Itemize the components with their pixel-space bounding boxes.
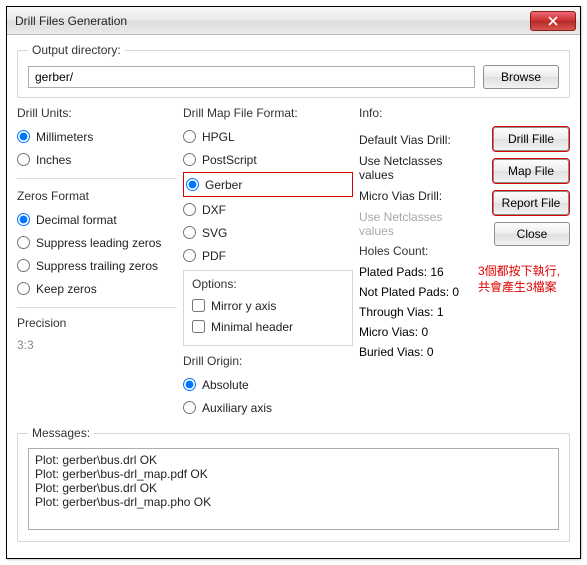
drill-file-highlight: Drill Fille [492, 126, 570, 152]
check-minimal-header[interactable]: Minimal header [192, 316, 344, 337]
radio-keep-zeros[interactable]: Keep zeros [17, 278, 177, 299]
radio-auxiliary[interactable]: Auxiliary axis [183, 397, 353, 418]
radio-suppress-leading[interactable]: Suppress leading zeros [17, 232, 177, 253]
buried-vias: Buried Vias: 0 [359, 342, 472, 362]
messages-group: Messages: [17, 426, 570, 542]
options-group: Options: Mirror y axis Minimal header [183, 270, 353, 346]
zeros-format-label: Zeros Format [17, 189, 177, 203]
output-directory-input[interactable] [28, 66, 475, 88]
annotation-text: 3個都按下執行, 共會產生3檔案 [478, 264, 570, 295]
plated-pads: Plated Pads: 16 [359, 262, 472, 282]
radio-dxf[interactable]: DXF [183, 199, 353, 220]
holes-count-label: Holes Count: [359, 244, 472, 258]
radio-inches[interactable]: Inches [17, 149, 177, 170]
report-file-highlight: Report File [492, 190, 570, 216]
browse-button[interactable]: Browse [483, 65, 559, 89]
use-netclasses-2: Use Netclasses values [359, 210, 472, 238]
output-directory-label: Output directory: [28, 43, 125, 57]
map-file-highlight: Map File [492, 158, 570, 184]
output-directory-group: Output directory: Browse [17, 43, 570, 98]
close-button[interactable]: Close [494, 222, 570, 246]
micro-vias-label: Micro Vias Drill: [359, 189, 472, 203]
radio-decimal-format[interactable]: Decimal format [17, 209, 177, 230]
radio-suppress-trailing[interactable]: Suppress trailing zeros [17, 255, 177, 276]
use-netclasses-1: Use Netclasses values [359, 154, 472, 182]
through-vias: Through Vias: 1 [359, 302, 472, 322]
titlebar: Drill Files Generation [7, 7, 580, 35]
radio-svg[interactable]: SVG [183, 222, 353, 243]
not-plated-pads: Not Plated Pads: 0 [359, 282, 472, 302]
dialog-window: Drill Files Generation Output directory:… [6, 6, 581, 559]
precision-label: Precision [17, 316, 177, 330]
drill-file-button[interactable]: Drill Fille [493, 127, 569, 151]
micro-vias: Micro Vias: 0 [359, 322, 472, 342]
radio-pdf[interactable]: PDF [183, 245, 353, 266]
info-label: Info: [359, 106, 570, 120]
close-icon [548, 16, 558, 26]
radio-postscript[interactable]: PostScript [183, 149, 353, 170]
default-vias-label: Default Vias Drill: [359, 133, 472, 147]
radio-millimeters[interactable]: Millimeters [17, 126, 177, 147]
radio-hpgl[interactable]: HPGL [183, 126, 353, 147]
messages-textarea[interactable] [28, 448, 559, 530]
radio-gerber-highlight: Gerber [183, 172, 353, 197]
check-mirror-y[interactable]: Mirror y axis [192, 295, 344, 316]
options-label: Options: [192, 277, 344, 291]
map-format-label: Drill Map File Format: [183, 106, 353, 120]
drill-origin-label: Drill Origin: [183, 354, 353, 368]
precision-value: 3:3 [17, 338, 177, 352]
report-file-button[interactable]: Report File [493, 191, 569, 215]
radio-absolute[interactable]: Absolute [183, 374, 353, 395]
window-title: Drill Files Generation [15, 14, 530, 28]
window-close-button[interactable] [530, 11, 576, 31]
messages-label: Messages: [28, 426, 94, 440]
radio-gerber[interactable]: Gerber [186, 174, 242, 195]
map-file-button[interactable]: Map File [493, 159, 569, 183]
drill-units-label: Drill Units: [17, 106, 177, 120]
